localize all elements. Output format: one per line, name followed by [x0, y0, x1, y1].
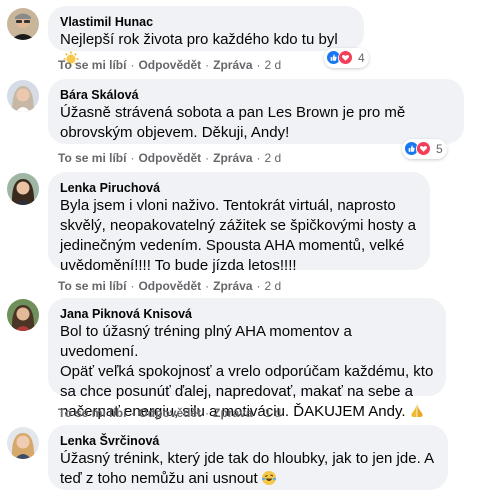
- comment-actions: To se mi líbí · Odpovědět · Zpráva · 2 d: [58, 151, 282, 165]
- folded-hands-emoji: [409, 403, 425, 419]
- message-link[interactable]: Zpráva: [213, 279, 252, 293]
- comment-actions: To se mi líbí · Odpovědět · Zpráva · 2 d: [58, 58, 282, 72]
- comment-author[interactable]: Bára Skálová: [60, 87, 452, 103]
- reply-link[interactable]: Odpovědět: [138, 279, 201, 293]
- comment-text: Úžasný trénink, který jde tak do hloubky…: [60, 450, 435, 487]
- comment-author[interactable]: Lenka Švrčinová: [60, 433, 436, 449]
- comment-timestamp[interactable]: 2 d: [265, 151, 282, 165]
- comment-timestamp[interactable]: 2 d: [265, 58, 282, 72]
- comment-author[interactable]: Jana Piknová Knisová: [60, 306, 434, 322]
- comment-actions: To se mi líbí · Odpovědět · Zpráva · 2 d: [58, 279, 282, 293]
- comment-bubble: Lenka Švrčinová Úžasný trénink, který jd…: [48, 425, 448, 490]
- comment-bubble: Vlastimil Hunac Nejlepší rok života pro …: [48, 6, 364, 67]
- avatar[interactable]: [7, 427, 39, 459]
- avatar[interactable]: [7, 8, 39, 40]
- message-link[interactable]: Zpráva: [213, 151, 252, 165]
- reply-link[interactable]: Odpovědět: [138, 58, 201, 72]
- message-link[interactable]: Zpráva: [213, 58, 252, 72]
- reaction-summary[interactable]: 4: [324, 48, 369, 68]
- like-link[interactable]: To se mi líbí: [58, 151, 126, 165]
- comment-text: Nejlepší rok života pro každého kdo tu b…: [60, 31, 338, 48]
- comment-bubble: Bára Skálová Úžasně strávená sobota a pa…: [48, 79, 464, 144]
- reply-link[interactable]: Odpovědět: [138, 151, 201, 165]
- comment-timestamp[interactable]: 1 d: [265, 406, 282, 420]
- love-reaction-icon: [338, 50, 354, 66]
- like-link[interactable]: To se mi líbí: [58, 58, 126, 72]
- comment-text: Byla jsem i vloni naživo. Tentokrát virt…: [60, 197, 416, 274]
- comment-author[interactable]: Lenka Piruchová: [60, 180, 418, 196]
- comment-text: Úžasně strávená sobota a pan Les Brown j…: [60, 104, 406, 141]
- comment-bubble: Lenka Piruchová Byla jsem i vloni naživo…: [48, 172, 430, 274]
- message-link[interactable]: Zpráva: [213, 406, 252, 420]
- love-reaction-icon: [416, 141, 432, 157]
- avatar[interactable]: [7, 173, 39, 205]
- comment-bubble: Jana Piknová Knisová Bol to úžasný tréni…: [48, 298, 446, 420]
- reply-link[interactable]: Odpovědět: [138, 406, 201, 420]
- avatar[interactable]: [7, 80, 39, 112]
- rofl-emoji: [261, 470, 277, 486]
- comment-timestamp[interactable]: 2 d: [265, 279, 282, 293]
- avatar[interactable]: [7, 299, 39, 331]
- comment-actions: To se mi líbí · Odpovědět · Zpráva · 1 d: [58, 406, 282, 420]
- like-link[interactable]: To se mi líbí: [58, 406, 126, 420]
- comment-author[interactable]: Vlastimil Hunac: [60, 14, 352, 30]
- like-link[interactable]: To se mi líbí: [58, 279, 126, 293]
- reaction-summary[interactable]: 5: [402, 139, 447, 159]
- reaction-count: 4: [358, 51, 365, 65]
- reaction-count: 5: [436, 142, 443, 156]
